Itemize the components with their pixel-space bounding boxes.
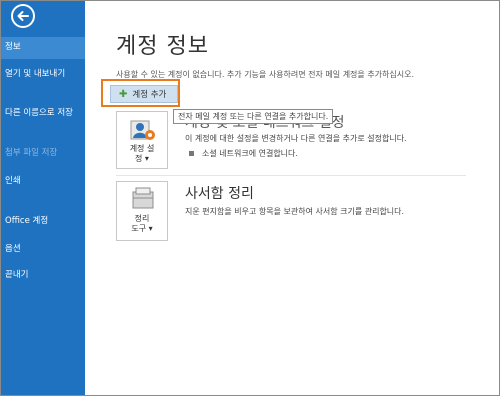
back-arrow-icon	[17, 11, 29, 21]
no-account-notice: 사용할 수 있는 계정이 없습니다. 추가 기능을 사용하려면 전자 메일 계정…	[116, 70, 415, 79]
sidebar-item-info[interactable]: 정보	[1, 37, 85, 59]
section-divider	[116, 175, 466, 176]
sidebar-item-label: 다른 이름으로 저장	[5, 108, 73, 118]
sidebar-item-save-as[interactable]: 다른 이름으로 저장	[1, 108, 77, 119]
social-network-bullet: 소셜 네트워크에 연결합니다.	[189, 148, 298, 159]
back-button[interactable]	[11, 4, 35, 28]
mailbox-cleanup-title: 사서함 정리	[185, 186, 254, 202]
mailbox-cleanup-description: 지운 편지함을 비우고 항목을 보관하여 사서함 크기를 관리합니다.	[185, 207, 405, 216]
sidebar-item-open-export[interactable]: 열기 및 내보내기	[1, 69, 81, 80]
sidebar-item-label: 정보	[5, 42, 21, 52]
plus-icon: ✚	[119, 88, 128, 100]
bullet-icon	[189, 151, 194, 156]
account-settings-label-2: 정 ▾	[135, 154, 149, 163]
cleanup-tools-label-2: 도구 ▾	[131, 224, 153, 233]
sidebar-item-office-account[interactable]: Office 계정	[1, 216, 85, 227]
sidebar-item-options[interactable]: 옵션	[1, 244, 85, 255]
sidebar-item-label: 인쇄	[5, 176, 21, 186]
add-account-button[interactable]: ✚ 계정 추가	[110, 85, 178, 103]
sidebar-item-label: 옵션	[5, 244, 21, 254]
sidebar-item-label: 열기 및 내보내기	[5, 69, 66, 79]
account-settings-description: 이 계정에 대한 설정을 변경하거나 다른 연결을 추가로 설정합니다.	[185, 134, 407, 143]
sidebar-item-save-attachments: 첨부 파일 저장	[1, 148, 85, 159]
sidebar-item-exit[interactable]: 끝내기	[1, 270, 85, 281]
page-title: 계정 정보	[116, 34, 209, 59]
add-account-label: 계정 추가	[132, 90, 167, 100]
sidebar-item-label: Office 계정	[5, 216, 49, 226]
account-settings-icon	[130, 120, 155, 140]
backstage-sidebar: 정보 열기 및 내보내기 다른 이름으로 저장 첨부 파일 저장 인쇄 Offi…	[1, 1, 85, 395]
account-settings-button[interactable]: 계정 설 정 ▾	[116, 111, 168, 169]
sidebar-item-label: 끝내기	[5, 270, 29, 280]
account-settings-label-1: 계정 설	[129, 144, 155, 153]
cleanup-tools-icon	[132, 187, 154, 209]
add-account-tooltip: 전자 메일 계정 또는 다른 연결을 추가합니다.	[173, 109, 334, 124]
bullet-text: 소셜 네트워크에 연결합니다.	[202, 149, 298, 158]
sidebar-item-label: 첨부 파일 저장	[5, 148, 58, 158]
sidebar-item-print[interactable]: 인쇄	[1, 176, 85, 187]
cleanup-tools-button[interactable]: 정리 도구 ▾	[116, 181, 168, 241]
cleanup-tools-label-1: 정리	[134, 214, 150, 223]
